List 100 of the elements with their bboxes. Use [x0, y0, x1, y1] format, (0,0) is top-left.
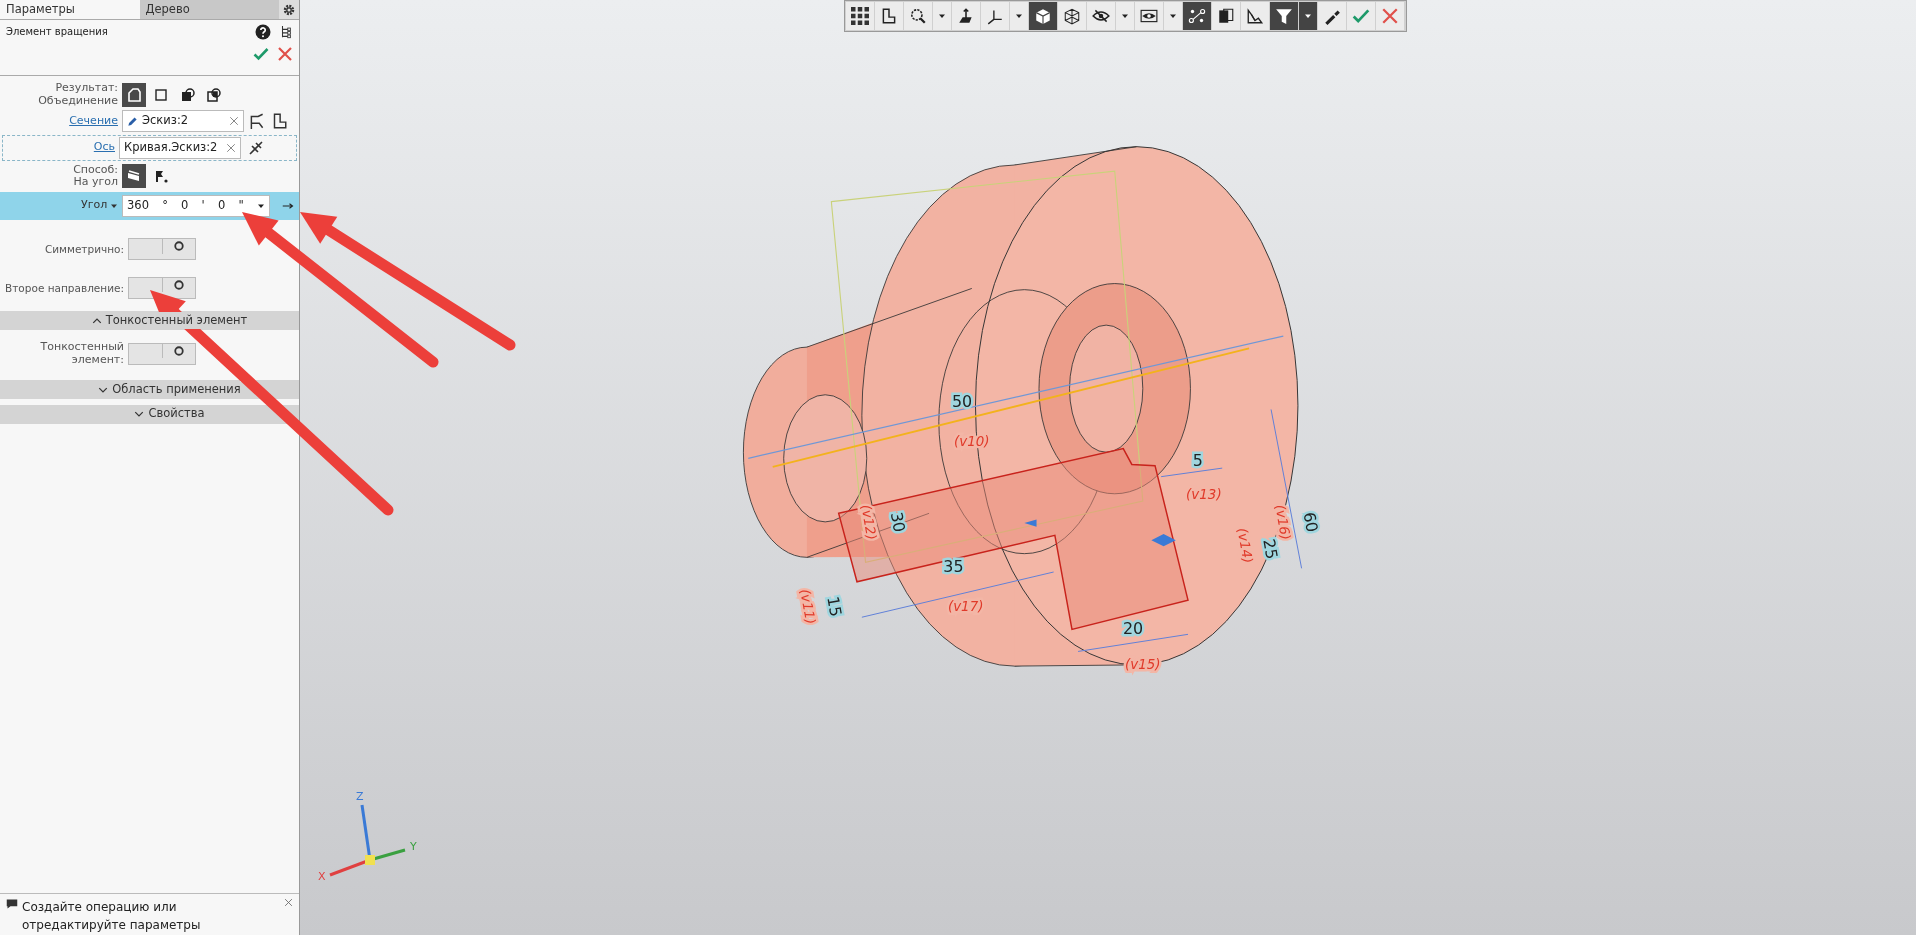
- clear-icon: [226, 142, 236, 153]
- tree-button[interactable]: [279, 24, 293, 40]
- union-icon: [126, 86, 142, 103]
- minute-sign: ': [201, 196, 205, 214]
- axis-label: Y: [410, 840, 417, 853]
- wireframe-cube-icon: [1063, 7, 1081, 25]
- circle-icon: [172, 279, 185, 292]
- dimension-variable: (v17): [947, 599, 984, 615]
- circle-icon: [172, 345, 185, 358]
- toolbar-button[interactable]: [248, 112, 266, 131]
- axis-field[interactable]: Кривая.Эскиз:2: [119, 136, 241, 159]
- field-label: Способ: На угол: [72, 163, 118, 189]
- field-value: Эскиз:2: [142, 112, 190, 130]
- field-label: Симметрично:: [43, 243, 124, 256]
- toolbar-button[interactable]: [981, 2, 1009, 30]
- cube-icon: [1034, 7, 1052, 25]
- axes-icon: [986, 7, 1004, 25]
- field-label: Второе направление:: [4, 281, 124, 294]
- option-button[interactable]: [122, 82, 146, 107]
- dimension-value[interactable]: 35: [943, 557, 964, 576]
- eye-icon: [1140, 7, 1158, 25]
- angle-field[interactable]: 360 ° 0 ' 0 ": [122, 194, 270, 217]
- toolbar-button[interactable]: [1241, 2, 1269, 30]
- magnifier-icon: [909, 7, 927, 25]
- option-button[interactable]: [122, 164, 146, 189]
- caret-icon: [1304, 12, 1312, 20]
- group-header[interactable]: Тонкостенный элемент: [0, 311, 299, 331]
- status-message: Создайте операцию или отредактируйте параметры: [22, 899, 202, 931]
- second-sign: ": [238, 196, 244, 214]
- caret-icon: [1015, 12, 1023, 20]
- close-icon: [277, 46, 293, 62]
- axis-link[interactable]: Ось: [93, 140, 115, 154]
- axis-label: Z: [356, 790, 364, 803]
- dimension-value[interactable]: 50: [951, 392, 973, 411]
- cancel-button[interactable]: [277, 46, 293, 62]
- sketch-corner-icon: [880, 7, 898, 25]
- dimension-value[interactable]: 5: [1192, 450, 1203, 470]
- dimension-value[interactable]: 60: [1299, 510, 1322, 534]
- clear-icon: [229, 116, 239, 127]
- toolbar-button[interactable]: [247, 139, 264, 156]
- intersect-icon: [206, 86, 223, 103]
- filter-icon: [1275, 7, 1293, 25]
- dimension-value[interactable]: 30: [886, 510, 909, 534]
- subtract-icon: [179, 86, 196, 103]
- hidden-eye-icon: [1092, 7, 1110, 25]
- toolbar-button[interactable]: [1029, 2, 1057, 30]
- toggle-switch[interactable]: [128, 276, 196, 299]
- toolbar-button[interactable]: [1183, 2, 1211, 30]
- dimension-variable: (v13): [1186, 486, 1222, 502]
- toolbar-button[interactable]: [1087, 2, 1115, 30]
- pick-axis-icon: [247, 139, 264, 156]
- toolbar-button[interactable]: [1318, 2, 1346, 30]
- dimension-value[interactable]: 15: [823, 594, 846, 619]
- degree-sign: °: [162, 196, 168, 214]
- dimension-variable: (v12): [858, 503, 880, 542]
- section-link[interactable]: Сечение: [69, 113, 118, 127]
- caret-icon: [938, 12, 946, 20]
- close-icon: [1381, 7, 1399, 25]
- dimension-variable: (v11): [797, 587, 819, 626]
- grip-icon: [851, 7, 869, 25]
- toolbar-button[interactable]: [1058, 2, 1086, 30]
- toolbar-button[interactable]: [952, 2, 980, 30]
- close-button[interactable]: [284, 898, 293, 907]
- group-header[interactable]: Область применения: [0, 380, 299, 400]
- square-icon: [152, 86, 169, 103]
- section-field[interactable]: Эскиз:2: [122, 110, 244, 133]
- toolbar-button[interactable]: [846, 2, 874, 30]
- dimension-value[interactable]: 20: [1122, 619, 1144, 639]
- settings-button[interactable]: [279, 0, 299, 19]
- checkmark-icon: [253, 46, 269, 62]
- help-button[interactable]: [255, 24, 271, 40]
- degrees-value: 360: [127, 196, 149, 214]
- message-icon: [6, 898, 18, 910]
- group-header[interactable]: Свойства: [0, 404, 299, 424]
- confirm-button[interactable]: [253, 46, 269, 62]
- caret-icon: [1121, 12, 1129, 20]
- seconds-value: 0: [217, 196, 226, 214]
- toolbar-button[interactable]: [1135, 2, 1163, 30]
- checkmark-icon: [1352, 7, 1370, 25]
- field-label: Результат: Объединение: [37, 82, 118, 108]
- minutes-value: 0: [181, 196, 189, 214]
- section-view-icon: [1217, 7, 1235, 25]
- toolbar-button[interactable]: [1212, 2, 1240, 30]
- toggle-switch[interactable]: [128, 238, 196, 261]
- operation-title: Элемент вращения: [6, 25, 109, 39]
- toolbar-button[interactable]: [904, 2, 932, 30]
- panel-tab[interactable]: Дерево: [139, 0, 279, 19]
- pencil-icon: [127, 115, 138, 127]
- field-label: Тонкостенный элемент:: [39, 341, 124, 367]
- toolbar-button[interactable]: [875, 2, 903, 30]
- caret-icon: [1169, 12, 1177, 20]
- toggle-switch[interactable]: [128, 342, 196, 365]
- close-icon: [284, 898, 293, 907]
- nodes-icon: [1188, 7, 1206, 25]
- tree-icon: [279, 24, 293, 40]
- axis-label: X: [318, 870, 326, 883]
- field-label: Угол: [81, 199, 108, 212]
- toolbar-button[interactable]: [1270, 2, 1298, 30]
- layers-view-icon: [1246, 7, 1264, 25]
- field-value: Кривая.Эскиз:2: [124, 139, 219, 157]
